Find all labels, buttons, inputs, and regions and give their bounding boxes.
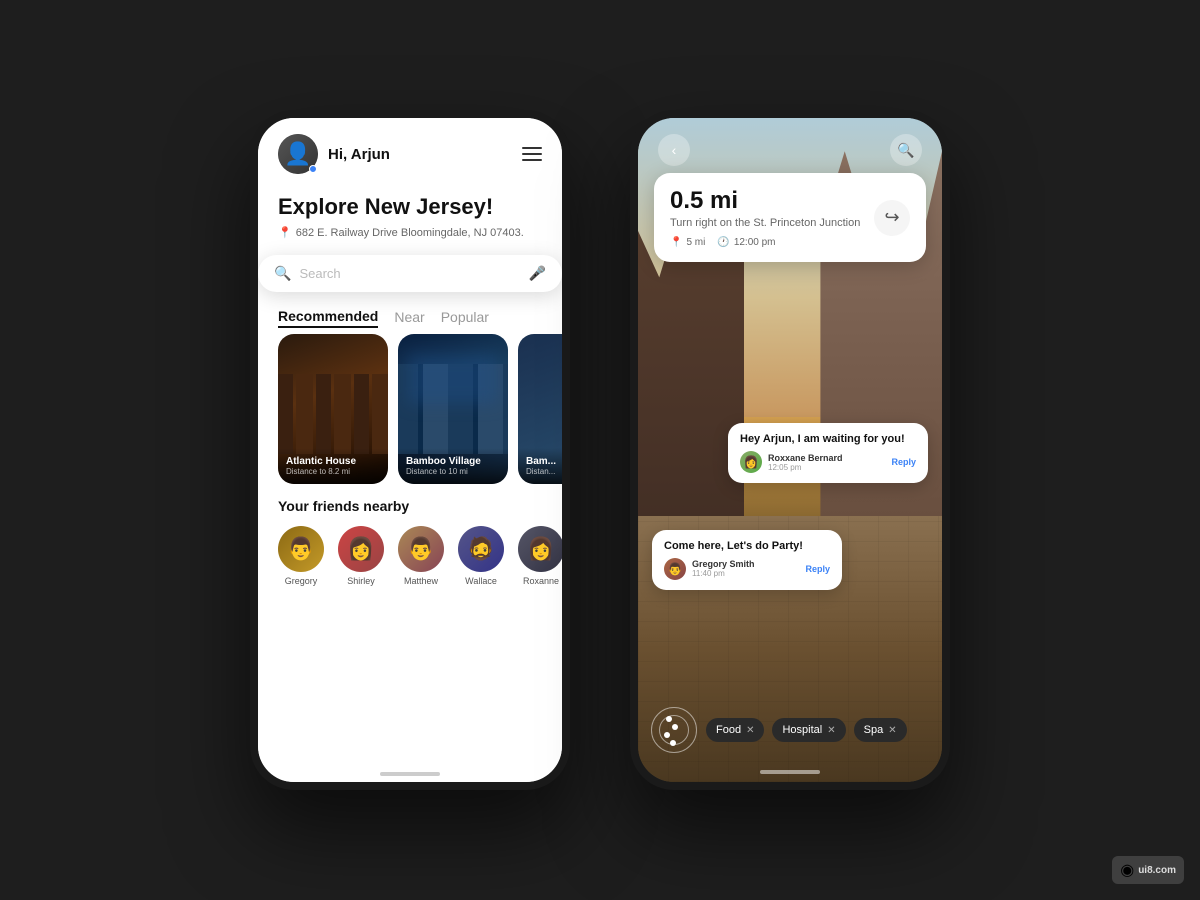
search-bar[interactable]: 🔍 Search 🎤: [258, 255, 562, 292]
location-text: 682 E. Railway Drive Bloomingdale, NJ 07…: [296, 227, 524, 239]
filter-hospital[interactable]: Hospital ✕: [772, 718, 845, 742]
back-button[interactable]: ‹: [658, 134, 690, 166]
chat-message-2: Come here, Let's do Party! 👨 Gregory Smi…: [652, 530, 842, 590]
chat-1-sender-info: Roxxane Bernard 12:05 pm: [768, 453, 885, 472]
bottom-bar: [258, 762, 562, 782]
mic-icon[interactable]: 🎤: [529, 265, 546, 282]
card-3[interactable]: Bam... Distan...: [518, 334, 562, 484]
chat-2-sender-name: Gregory Smith: [692, 559, 799, 569]
card-1-name: Atlantic House: [286, 456, 380, 467]
friend-avatar-roxanne: 👩: [518, 526, 562, 572]
watermark: ◉ ui8.com: [1112, 856, 1184, 884]
chat-2-sender-info: Gregory Smith 11:40 pm: [692, 559, 799, 578]
cards-row: Atlantic House Distance to 8.2 mi Bamboo…: [258, 334, 562, 484]
online-dot: [309, 165, 317, 173]
header: Hi, Arjun: [258, 118, 562, 182]
right-top-bar: ‹ 🔍: [638, 118, 942, 176]
radar-dot-3: [664, 732, 670, 738]
friend-avatar-shirley: 👩: [338, 526, 384, 572]
friend-name-matthew: Matthew: [404, 576, 438, 586]
filter-food-label: Food: [716, 724, 741, 736]
watermark-symbol: ◉: [1120, 860, 1134, 880]
card-2[interactable]: Bamboo Village Distance to 10 mi: [398, 334, 508, 484]
greeting-text: Hi, Arjun: [328, 146, 522, 163]
radar-widget: [650, 706, 698, 754]
friends-title: Your friends nearby: [278, 498, 542, 514]
chat-1-avatar: 👩: [740, 451, 762, 473]
search-input[interactable]: Search: [299, 266, 528, 281]
chat-2-reply-button[interactable]: Reply: [805, 564, 830, 574]
filter-spa-close-icon[interactable]: ✕: [888, 725, 896, 736]
tab-popular[interactable]: Popular: [441, 309, 489, 327]
nav-meta: 📍 5 mi 🕐 12:00 pm: [670, 237, 910, 248]
right-phone: ‹ 🔍 0.5 mi Turn right on the St. Princet…: [630, 110, 950, 790]
filter-food[interactable]: Food ✕: [706, 718, 764, 742]
chat-message-1: Hey Arjun, I am waiting for you! 👩 Roxxa…: [728, 423, 928, 483]
nav-eta-value: 12:00 pm: [734, 237, 776, 248]
card-1-dist: Distance to 8.2 mi: [286, 467, 380, 476]
chat-1-text: Hey Arjun, I am waiting for you!: [740, 433, 916, 445]
filter-hospital-close-icon[interactable]: ✕: [827, 725, 835, 736]
watermark-text: ui8.com: [1138, 865, 1176, 876]
radar-dot-2: [672, 724, 678, 730]
friend-name-shirley: Shirley: [347, 576, 375, 586]
chat-2-avatar: 👨: [664, 558, 686, 580]
card-1[interactable]: Atlantic House Distance to 8.2 mi: [278, 334, 388, 484]
search-bar-wrapper: 🔍 Search 🎤: [258, 245, 562, 292]
card-3-dist: Distan...: [526, 467, 562, 476]
card-2-name: Bamboo Village: [406, 456, 500, 467]
radar-circles: [650, 706, 698, 754]
filter-spa-label: Spa: [864, 724, 884, 736]
friend-name-wallace: Wallace: [465, 576, 497, 586]
filter-food-close-icon[interactable]: ✕: [746, 725, 754, 736]
left-phone: Hi, Arjun Explore New Jersey! 📍 682 E. R…: [250, 110, 570, 790]
nav-card: 0.5 mi Turn right on the St. Princeton J…: [654, 173, 926, 262]
search-icon: 🔍: [274, 265, 291, 282]
card-3-name: Bam...: [526, 456, 562, 467]
nav-eta: 🕐 12:00 pm: [717, 237, 775, 248]
turn-direction-icon: ↪: [874, 200, 910, 236]
friends-section: Your friends nearby 👨 Gregory 👩 Shirley …: [258, 484, 562, 586]
explore-section: Explore New Jersey! 📍 682 E. Railway Dri…: [258, 182, 562, 245]
home-indicator: [380, 772, 440, 776]
friend-roxanne[interactable]: 👩 Roxanne: [518, 526, 562, 586]
friend-avatar-wallace: 🧔: [458, 526, 504, 572]
right-search-button[interactable]: 🔍: [890, 134, 922, 166]
scene: Hi, Arjun Explore New Jersey! 📍 682 E. R…: [0, 0, 1200, 900]
radar-dot-4: [670, 740, 676, 746]
friend-wallace[interactable]: 🧔 Wallace: [458, 526, 504, 586]
friend-gregory[interactable]: 👨 Gregory: [278, 526, 324, 586]
right-home-indicator: [760, 770, 820, 774]
filter-bar: Food ✕ Hospital ✕ Spa ✕: [638, 706, 942, 754]
nav-dist-value: 5 mi: [686, 237, 705, 248]
friend-name-roxanne: Roxanne: [523, 576, 559, 586]
clock-icon: 🕐: [717, 237, 729, 248]
chat-1-reply-button[interactable]: Reply: [891, 457, 916, 467]
friend-name-gregory: Gregory: [285, 576, 318, 586]
card-2-dist: Distance to 10 mi: [406, 467, 500, 476]
chat-1-sender-name: Roxxane Bernard: [768, 453, 885, 463]
pin-icon: 📍: [670, 237, 682, 248]
friend-matthew[interactable]: 👨 Matthew: [398, 526, 444, 586]
friends-row: 👨 Gregory 👩 Shirley 👨 Matthew 🧔 Wallace: [278, 526, 542, 586]
tab-recommended[interactable]: Recommended: [278, 308, 378, 328]
avatar[interactable]: [278, 134, 318, 174]
friend-avatar-gregory: 👨: [278, 526, 324, 572]
chat-2-time: 11:40 pm: [692, 569, 799, 578]
filter-hospital-label: Hospital: [782, 724, 822, 736]
friend-avatar-matthew: 👨: [398, 526, 444, 572]
tab-near[interactable]: Near: [394, 309, 424, 327]
chat-2-text: Come here, Let's do Party!: [664, 540, 830, 552]
location-pin-icon: 📍: [278, 226, 292, 239]
chat-1-time: 12:05 pm: [768, 463, 885, 472]
friend-shirley[interactable]: 👩 Shirley: [338, 526, 384, 586]
tabs-section: Recommended Near Popular: [258, 292, 562, 334]
nav-total-dist: 📍 5 mi: [670, 237, 705, 248]
filter-spa[interactable]: Spa ✕: [854, 718, 907, 742]
hamburger-menu-icon[interactable]: [522, 147, 542, 161]
radar-dot-1: [666, 716, 672, 722]
explore-title: Explore New Jersey!: [278, 194, 542, 220]
